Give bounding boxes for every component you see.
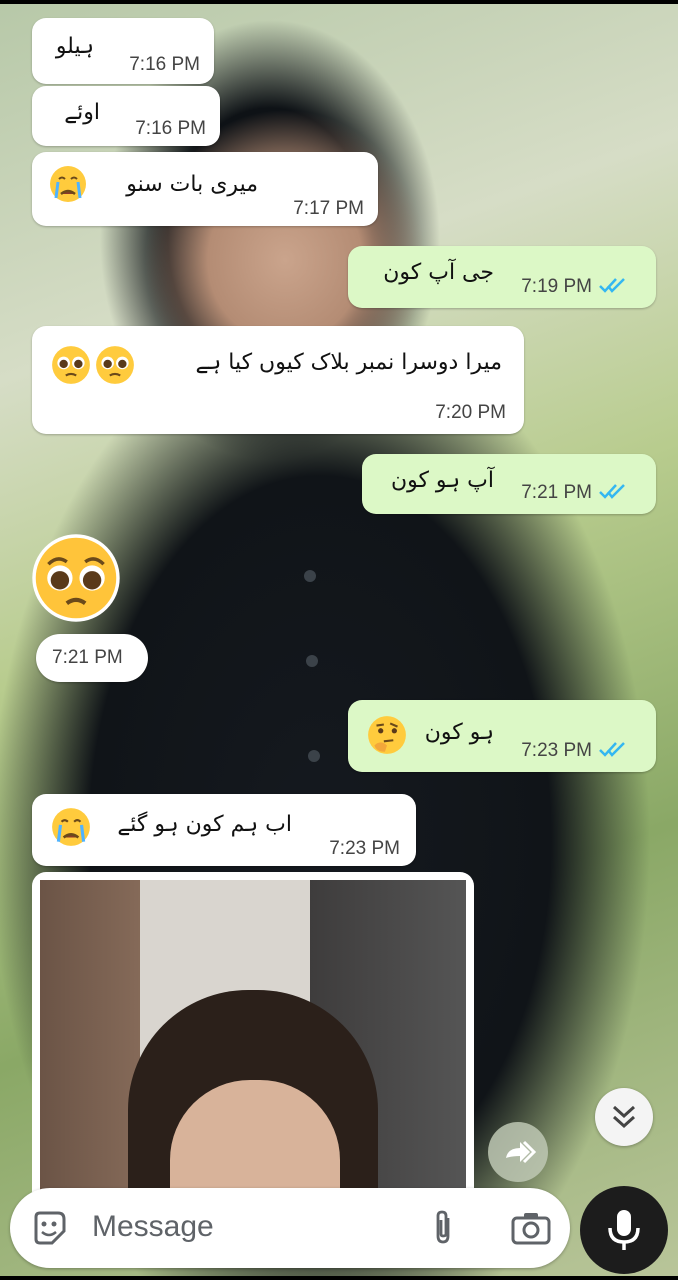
message-time: 7:16 PM [129, 54, 200, 75]
paperclip-icon[interactable] [426, 1208, 462, 1248]
message-text: جی آپ کون [383, 260, 494, 285]
message-text: میرا دوسرا نمبر بلاک کیوں کیا ہے [195, 350, 502, 375]
message-text: آپ ہو کون [390, 468, 494, 493]
scroll-to-bottom-button[interactable] [595, 1088, 653, 1146]
message-time: 7:17 PM [293, 198, 364, 219]
wallpaper-shirt-buttons [300, 470, 320, 810]
forward-icon [506, 1140, 537, 1164]
screen-frame-bottom [0, 1276, 678, 1280]
read-ticks-icon [599, 742, 625, 757]
camera-icon[interactable] [510, 1210, 552, 1246]
message-text: اب ہم کون ہو گئے [117, 812, 292, 837]
microphone-icon [608, 1210, 640, 1250]
pleading-face-sticker[interactable] [30, 532, 122, 624]
message-bubble-incoming[interactable]: ہیلو 7:16 PM [32, 18, 214, 84]
message-time: 7:21 PM [521, 482, 592, 503]
message-text: ہو کون [424, 720, 494, 745]
pleading-face-icon [96, 346, 134, 384]
message-bubble-outgoing[interactable]: ہو کون 7:23 PM [348, 700, 656, 772]
message-time: 7:23 PM [329, 838, 400, 859]
message-text: میری بات سنو [126, 172, 258, 197]
message-bubble-incoming[interactable]: اوئے 7:16 PM [32, 86, 220, 146]
message-input-placeholder[interactable]: Message [92, 1210, 214, 1244]
message-bubble-incoming[interactable]: میرا دوسرا نمبر بلاک کیوں کیا ہے 7:20 PM [32, 326, 524, 434]
voice-record-button[interactable] [580, 1186, 668, 1274]
crying-face-icon [52, 808, 90, 846]
message-bubble-outgoing[interactable]: آپ ہو کون 7:21 PM [362, 454, 656, 514]
message-bubble-outgoing[interactable]: جی آپ کون 7:19 PM [348, 246, 656, 308]
message-time: 7:21 PM [52, 647, 123, 668]
read-ticks-icon [599, 484, 625, 499]
double-chevron-down-icon [612, 1105, 636, 1129]
message-bubble-incoming[interactable]: اب ہم کون ہو گئے 7:23 PM [32, 794, 416, 866]
photo-message[interactable] [32, 872, 474, 1192]
read-ticks-icon [599, 278, 625, 293]
screen-frame-top [0, 0, 678, 4]
message-bubble-incoming[interactable]: میری بات سنو 7:17 PM [32, 152, 378, 226]
message-time: 7:19 PM [521, 276, 592, 297]
pleading-face-icon [52, 346, 90, 384]
thinking-face-icon [368, 716, 406, 754]
sticker-time-bubble: 7:21 PM [36, 634, 148, 682]
message-text: اوئے [64, 100, 100, 125]
sticker-icon[interactable] [30, 1209, 68, 1247]
forward-button[interactable] [488, 1122, 548, 1182]
photo-thumbnail[interactable] [40, 880, 466, 1192]
message-composer[interactable]: Message [10, 1188, 570, 1268]
message-time: 7:16 PM [135, 118, 206, 139]
message-text: ہیلو [55, 34, 94, 59]
crying-face-icon [50, 166, 86, 202]
message-time: 7:20 PM [435, 402, 506, 423]
message-time: 7:23 PM [521, 740, 592, 761]
